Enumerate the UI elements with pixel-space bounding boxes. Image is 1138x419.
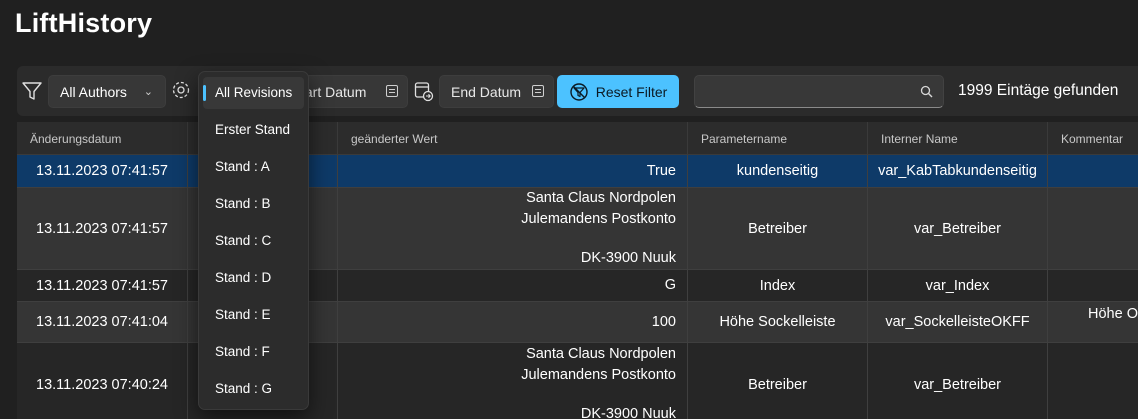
parameter-cell: Index <box>688 270 868 301</box>
date-cell: 13.11.2023 07:41:04 <box>17 302 188 342</box>
parameter-cell: Betreiber <box>688 343 868 419</box>
start-date-label: tart Datum <box>301 83 367 100</box>
revision-option-erster-stand[interactable]: Erster Stand <box>203 114 304 146</box>
revision-option-stand-d[interactable]: Stand : D <box>203 262 304 294</box>
search-icon[interactable] <box>920 85 933 103</box>
start-date-picker[interactable]: tart Datum <box>300 75 408 108</box>
authors-dropdown[interactable]: All Authors ⌄ <box>48 75 166 108</box>
end-date-filter-icon[interactable] <box>414 80 434 102</box>
table-row[interactable]: 13.11.2023 07:40:24 Santa Claus Nordpole… <box>17 343 1138 419</box>
revision-icon[interactable] <box>171 79 193 101</box>
value-cell: Santa Claus Nordpolen Julemandens Postko… <box>338 188 688 269</box>
revision-option-stand-a[interactable]: Stand : A <box>203 151 304 183</box>
column-header-internal-name[interactable]: Interner Name <box>868 122 1048 155</box>
table-row[interactable]: 13.11.2023 07:41:04 100 Höhe Sockelleist… <box>17 302 1138 343</box>
calendar-icon <box>532 85 544 97</box>
internal-name-cell: var_Index <box>868 270 1048 301</box>
date-cell: 13.11.2023 07:41:57 <box>17 155 188 187</box>
reset-filter-label: Reset Filter <box>595 83 668 100</box>
history-table: Änderungsdatum geänderter Wert Parameter… <box>17 122 1138 419</box>
search-input[interactable] <box>694 75 944 108</box>
filter-off-icon <box>570 82 588 101</box>
filter-icon[interactable] <box>21 79 45 103</box>
comment-cell <box>1048 155 1138 187</box>
comment-cell <box>1048 188 1138 269</box>
result-count: 1999 Eintäge gefunden <box>958 82 1119 99</box>
value-line: Santa Claus Nordpolen <box>526 190 676 206</box>
column-header-date[interactable]: Änderungsdatum <box>17 122 188 155</box>
revision-dropdown-list: All Revisions Erster Stand Stand : A Sta… <box>198 71 309 410</box>
table-row[interactable]: 13.11.2023 07:41:57 G Index var_Index <box>17 270 1138 302</box>
value-line: Julemandens Postkonto <box>521 211 676 227</box>
table-row[interactable]: 13.11.2023 07:41:57 Santa Claus Nordpole… <box>17 188 1138 270</box>
column-header-value[interactable]: geänderter Wert <box>338 122 688 155</box>
authors-dropdown-label: All Authors <box>60 83 127 100</box>
internal-name-cell: var_KabTabkundenseitig <box>868 155 1048 187</box>
date-cell: 13.11.2023 07:41:57 <box>17 270 188 301</box>
revision-option-stand-e[interactable]: Stand : E <box>203 299 304 331</box>
app-title: LiftHistory <box>15 8 153 38</box>
value-line: DK-3900 Nuuk <box>580 250 676 266</box>
revision-option-stand-g[interactable]: Stand : G <box>203 373 304 405</box>
comment-cell: Höhe O <box>1088 306 1138 322</box>
parameter-cell: Höhe Sockelleiste <box>688 302 868 342</box>
value-line: DK-3900 Nuuk <box>580 406 676 419</box>
internal-name-cell: var_SockelleisteOKFF <box>868 302 1048 342</box>
revision-option-stand-c[interactable]: Stand : C <box>203 225 304 257</box>
value-line: Santa Claus Nordpolen <box>526 346 676 362</box>
internal-name-cell: var_Betreiber <box>868 343 1048 419</box>
value-cell: 100 <box>338 302 688 342</box>
parameter-cell: Betreiber <box>688 188 868 269</box>
table-row[interactable]: 13.11.2023 07:41:57 True kundenseitig va… <box>17 155 1138 188</box>
filter-toolbar: All Authors ⌄ tart Datum End Datum Reset… <box>17 66 1138 116</box>
revision-option-all[interactable]: All Revisions <box>203 77 304 109</box>
date-cell: 13.11.2023 07:40:24 <box>17 343 188 419</box>
value-line: Julemandens Postkonto <box>521 367 676 383</box>
parameter-cell: kundenseitig <box>688 155 868 187</box>
value-cell: G <box>338 270 688 301</box>
column-header-comment[interactable]: Kommentar <box>1048 122 1138 155</box>
value-cell: True <box>338 155 688 187</box>
comment-cell <box>1048 343 1138 419</box>
date-cell: 13.11.2023 07:41:57 <box>17 188 188 269</box>
column-header-parameter[interactable]: Parametername <box>688 122 868 155</box>
end-date-label: End Datum <box>451 83 522 100</box>
revision-option-stand-b[interactable]: Stand : B <box>203 188 304 220</box>
revision-option-stand-f[interactable]: Stand : F <box>203 336 304 368</box>
end-date-picker[interactable]: End Datum <box>439 75 554 108</box>
table-header: Änderungsdatum geänderter Wert Parameter… <box>17 122 1138 155</box>
reset-filter-button[interactable]: Reset Filter <box>557 75 679 108</box>
comment-cell <box>1048 270 1138 301</box>
internal-name-cell: var_Betreiber <box>868 188 1048 269</box>
calendar-icon <box>386 85 398 97</box>
chevron-down-icon: ⌄ <box>143 86 153 98</box>
value-cell: Santa Claus Nordpolen Julemandens Postko… <box>338 343 688 419</box>
